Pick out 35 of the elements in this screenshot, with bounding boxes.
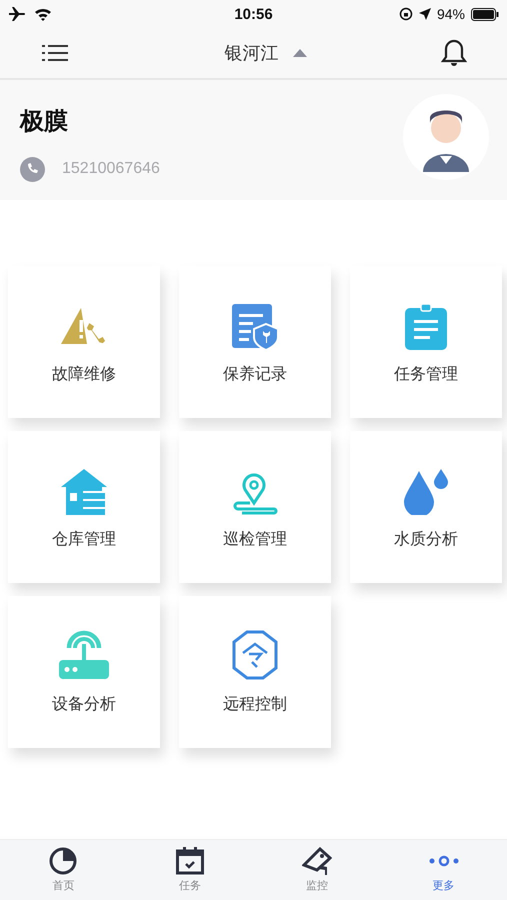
user-name: 极膜 [20,106,69,136]
router-signal-icon [59,630,109,680]
bell-icon[interactable] [441,39,467,67]
location-arrow-icon [418,8,431,20]
security-camera-icon [302,847,332,875]
rotation-lock-icon [398,7,413,21]
menu-tile[interactable]: 故障维修 [8,266,160,418]
document-shield-icon [232,304,278,350]
calendar-check-icon [176,847,204,875]
status-time: 10:56 [234,6,273,22]
menu-tile[interactable]: 巡检管理 [179,431,331,583]
warehouse-icon [61,468,107,514]
wifi-icon [34,7,52,21]
menu-tile[interactable]: 设备分析 [8,596,160,748]
battery-icon [471,8,499,20]
shield-command-icon [232,630,278,680]
menu-tile[interactable]: 水质分析 [350,431,502,583]
clipboard-icon [405,304,447,350]
menu-icon[interactable] [42,44,68,62]
map-pin-icon [232,470,278,514]
tab-item[interactable]: 更多 [380,840,507,900]
water-drops-icon [403,468,449,514]
menu-tile[interactable]: 远程控制 [179,596,331,748]
avatar[interactable] [403,94,489,180]
phone-number: 15210067646 [62,160,160,178]
more-dots-icon [428,855,459,867]
menu-tile[interactable]: 仓库管理 [8,431,160,583]
caret-icon[interactable] [292,49,306,57]
menu-tile[interactable]: 保养记录 [179,266,331,418]
pie-chart-icon [49,847,78,875]
menu-tile[interactable]: 任务管理 [350,266,502,418]
phone-icon [20,156,45,182]
airplane-icon [8,6,26,22]
location-title[interactable]: 银河江 [224,41,278,65]
battery-percent: 94% [436,6,465,22]
